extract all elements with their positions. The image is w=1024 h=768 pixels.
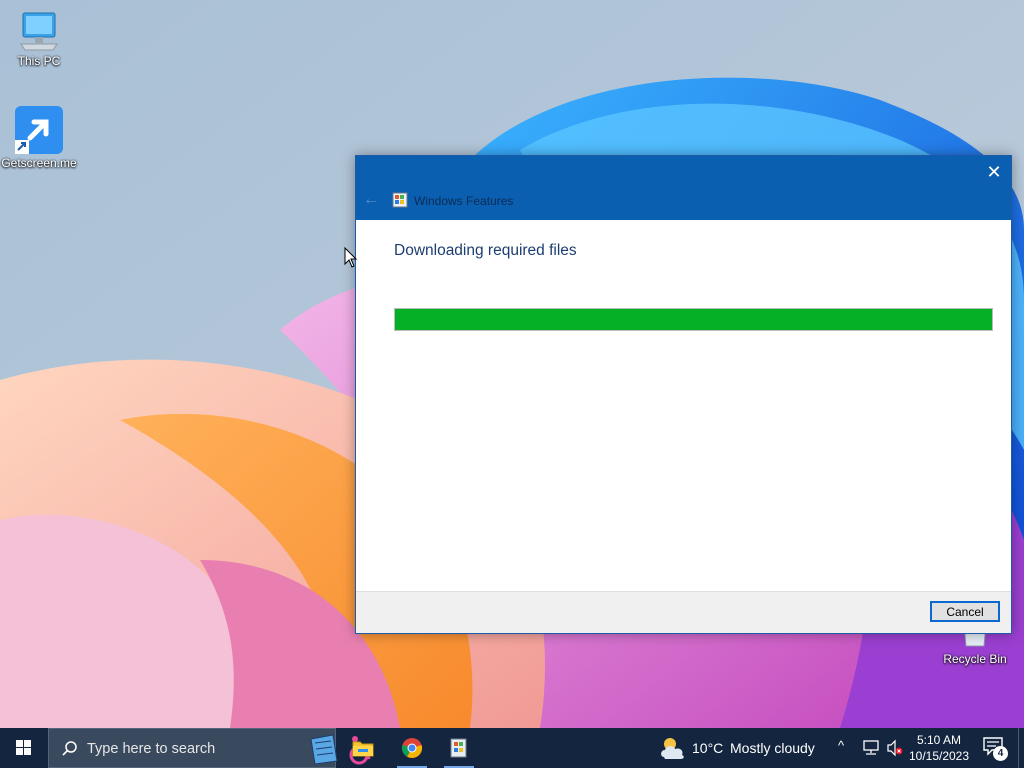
action-center-button[interactable]: 4 [980, 736, 1010, 762]
dialog-footer: Cancel [356, 591, 1011, 633]
download-progress-bar [394, 308, 993, 331]
windows-features-icon [392, 192, 408, 208]
show-desktop-button[interactable] [1018, 728, 1024, 768]
taskbar-windows-features[interactable] [436, 728, 482, 768]
clock-date: 10/15/2023 [908, 749, 970, 763]
volume-muted-icon[interactable] [886, 739, 904, 757]
back-arrow-icon: ← [363, 191, 379, 208]
clock-time: 5:10 AM [916, 733, 962, 747]
notification-count-badge: 4 [993, 746, 1008, 761]
taskbar: 10°C Mostly cloudy ^ 5:10 AM 10/15/2023 … [0, 728, 1024, 768]
getscreen-app-icon [15, 106, 63, 154]
desktop-icon-this-pc[interactable]: This PC [0, 10, 78, 68]
close-button[interactable]: ✕ [981, 159, 1007, 185]
show-hidden-icons-chevron-icon[interactable]: ^ [838, 738, 844, 753]
close-icon: ✕ [986, 162, 1002, 182]
cloudy-weather-icon [661, 738, 684, 759]
network-icon[interactable] [862, 739, 880, 757]
cancel-button[interactable]: Cancel [930, 601, 1000, 622]
taskbar-weather[interactable]: 10°C Mostly cloudy [656, 728, 832, 768]
taskbar-chrome[interactable] [389, 728, 435, 768]
folder-icon [352, 741, 374, 757]
weather-temperature: 10°C [692, 740, 724, 756]
weather-description: Mostly cloudy [730, 740, 815, 756]
desktop-icon-label: Recycle Bin [943, 652, 1007, 666]
taskbar-search-box[interactable] [48, 728, 371, 768]
search-icon [62, 741, 77, 756]
taskbar-clock[interactable]: 5:10 AM 10/15/2023 [906, 732, 972, 764]
desktop-icon-getscreen[interactable]: Getscreen.me [0, 106, 78, 170]
mouse-cursor-icon [344, 247, 358, 268]
windows-features-icon [450, 738, 467, 758]
windows-features-dialog: ✕ ← Windows Features Downloading require… [355, 155, 1012, 634]
computer-icon [20, 12, 58, 51]
progress-fill [395, 309, 992, 330]
taskbar-file-explorer[interactable] [340, 728, 386, 768]
desktop-icon-label: This PC [17, 54, 61, 68]
windows-logo-icon [16, 740, 31, 755]
desktop-icon-label: Getscreen.me [1, 156, 77, 170]
search-input[interactable] [87, 739, 267, 759]
dialog-titlebar: ✕ ← Windows Features [356, 156, 1011, 220]
dialog-heading: Downloading required files [394, 242, 577, 259]
dialog-title: Windows Features [414, 194, 514, 208]
back-button[interactable]: ← [362, 191, 380, 209]
chrome-icon [401, 738, 423, 758]
start-button[interactable] [0, 728, 48, 768]
